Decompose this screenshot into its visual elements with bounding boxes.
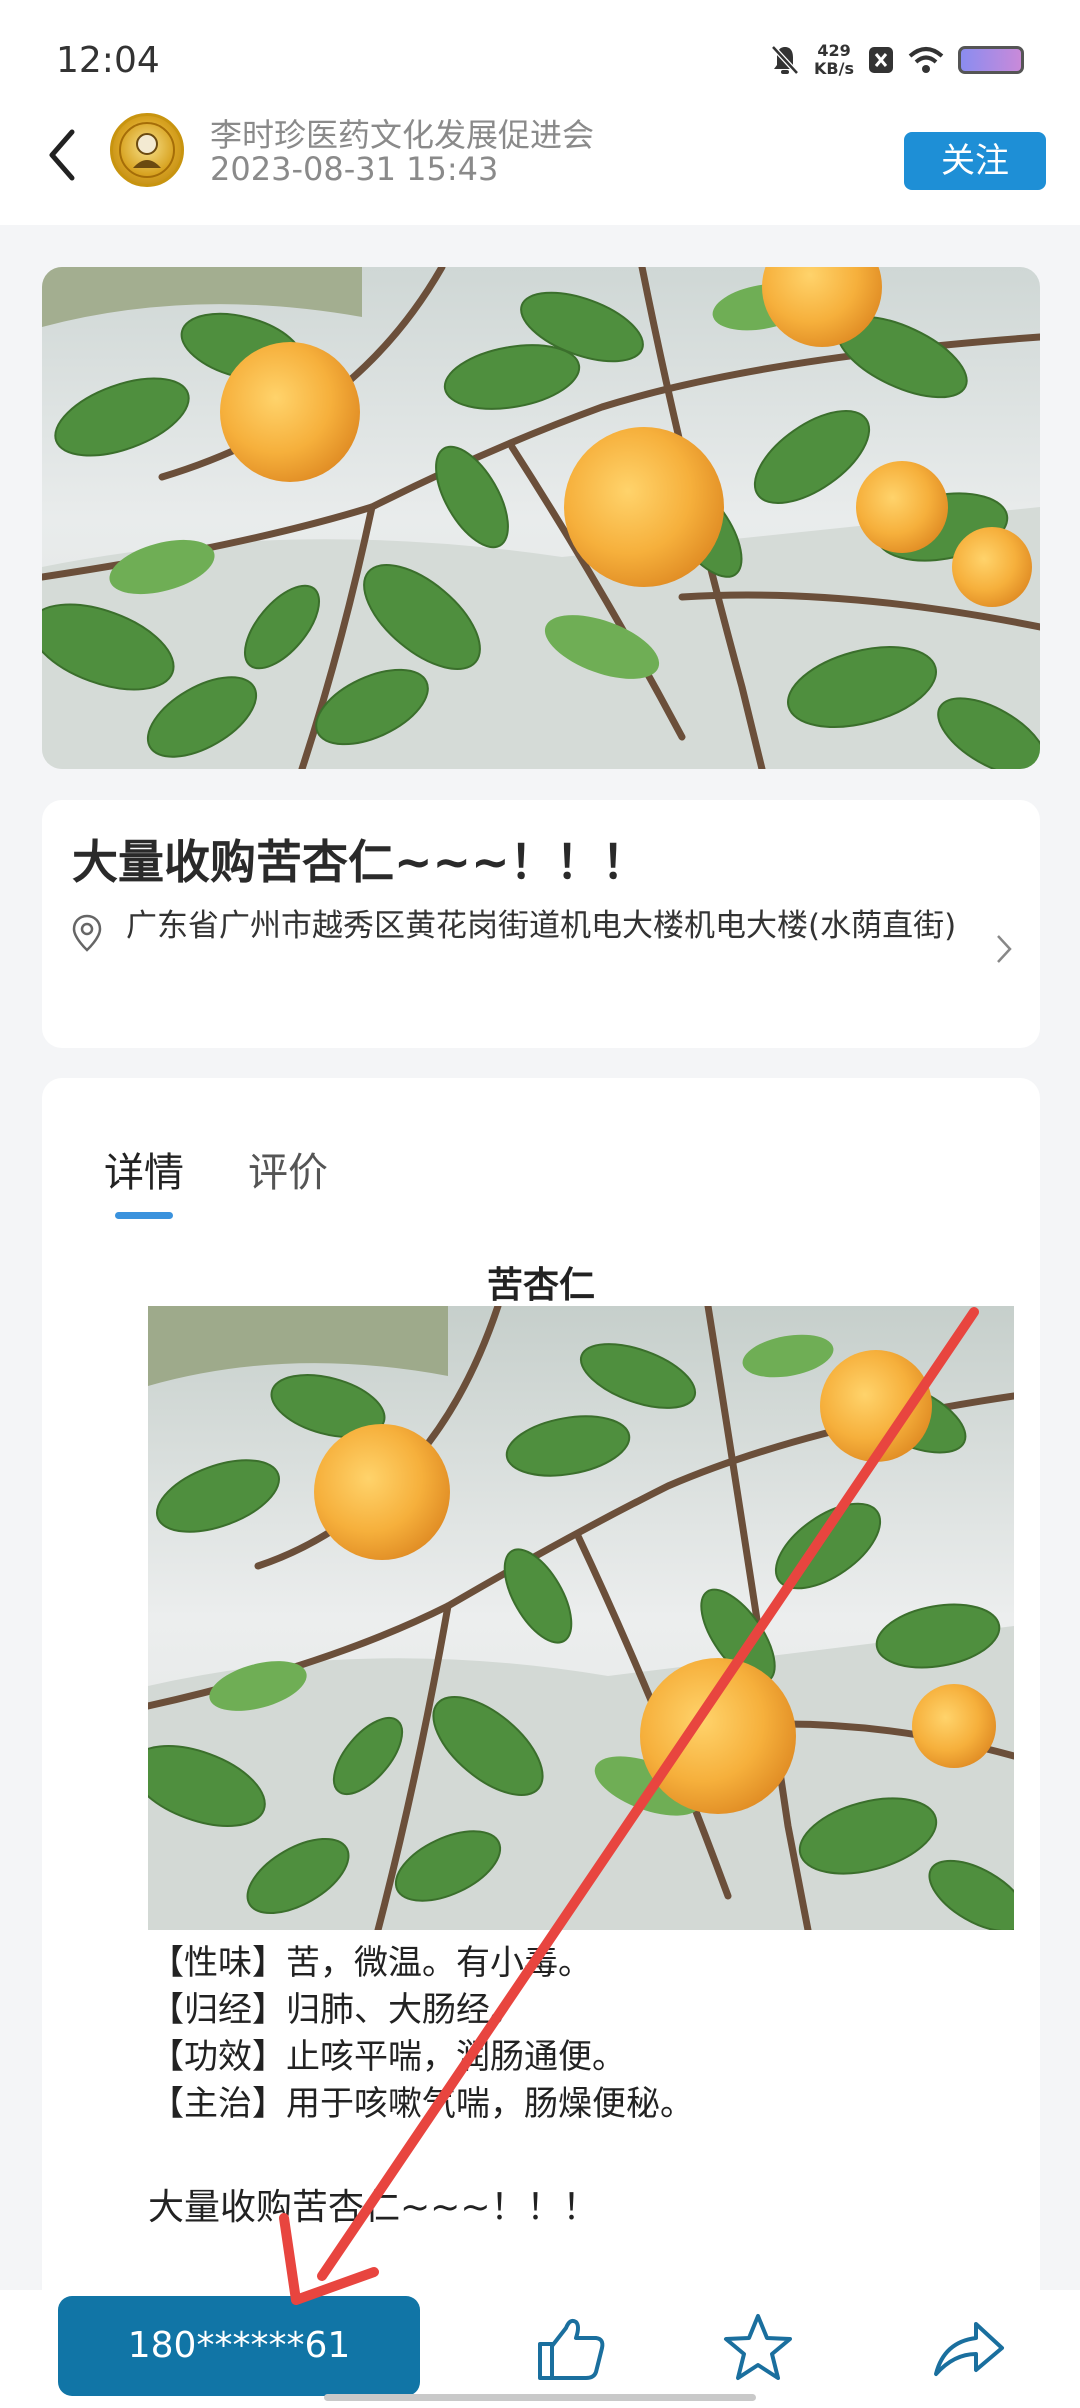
org-avatar[interactable] — [110, 113, 184, 187]
location-pin-icon — [72, 914, 102, 952]
mute-bell-icon — [771, 45, 799, 75]
info-line-meridian: 【归经】归肺、大肠经。 — [150, 1990, 524, 2030]
herb-info: 【性味】苦，微温。有小毒。 【归经】归肺、大肠经。 【功效】止咳平喘，润肠通便。… — [150, 1940, 694, 2128]
active-tab-indicator — [115, 1212, 173, 1219]
purchase-notice: 大量收购苦杏仁~~~！！！ — [148, 2187, 599, 2228]
post-address[interactable]: 广东省广州市越秀区黄花岗街道机电大楼机电大楼(水荫直街) — [126, 908, 1026, 944]
detail-card: 详情 评价 苦杏仁 【性味】苦，微温。有小毒。 【归经】归肺、大肠经。 【功效】… — [42, 1078, 1040, 2290]
home-indicator[interactable] — [324, 2394, 756, 2401]
post-header: 李时珍医药文化发展促进会 2023-08-31 15:43 关注 — [0, 110, 1080, 225]
back-arrow-icon[interactable] — [40, 120, 90, 190]
network-speed: 429 KB/s — [814, 41, 854, 78]
tab-review[interactable]: 评价 — [248, 1140, 328, 1198]
sim-x-icon — [869, 47, 893, 73]
wifi-icon — [908, 47, 944, 73]
info-line-indication: 【主治】用于咳嗽气喘，肠燥便秘。 — [150, 2084, 694, 2124]
post-title-card: 大量收购苦杏仁~~~！！！ 广东省广州市越秀区黄花岗街道机电大楼机电大楼(水荫直… — [42, 800, 1040, 1048]
info-line-effect: 【功效】止咳平喘，润肠通便。 — [150, 2037, 626, 2077]
star-icon[interactable] — [718, 2308, 798, 2388]
post-time: 2023-08-31 15:43 — [210, 150, 499, 188]
tab-detail[interactable]: 详情 — [104, 1140, 184, 1198]
chevron-right-icon[interactable] — [994, 932, 1014, 966]
bottom-action-bar: 180******61 — [0, 2290, 1080, 2408]
banner-image[interactable] — [42, 267, 1040, 769]
info-line-taste: 【性味】苦，微温。有小毒。 — [150, 1943, 592, 1983]
call-phone-button[interactable]: 180******61 — [58, 2296, 420, 2396]
share-icon[interactable] — [928, 2308, 1008, 2388]
follow-button[interactable]: 关注 — [904, 132, 1046, 190]
detail-heading: 苦杏仁 — [486, 1265, 595, 1306]
status-time: 12:04 — [56, 40, 160, 81]
avatar-logo-icon — [119, 122, 175, 178]
status-bar: 12:04 429 KB/s — [0, 0, 1080, 110]
battery-icon — [958, 46, 1024, 74]
apricot-detail-photo — [148, 1306, 1014, 1930]
thumbs-up-icon[interactable] — [530, 2308, 610, 2388]
post-title: 大量收购苦杏仁~~~！！！ — [72, 835, 648, 889]
apricot-photo — [42, 267, 1040, 769]
status-icons: 429 KB/s — [770, 42, 1024, 78]
detail-image[interactable] — [148, 1306, 1014, 1930]
